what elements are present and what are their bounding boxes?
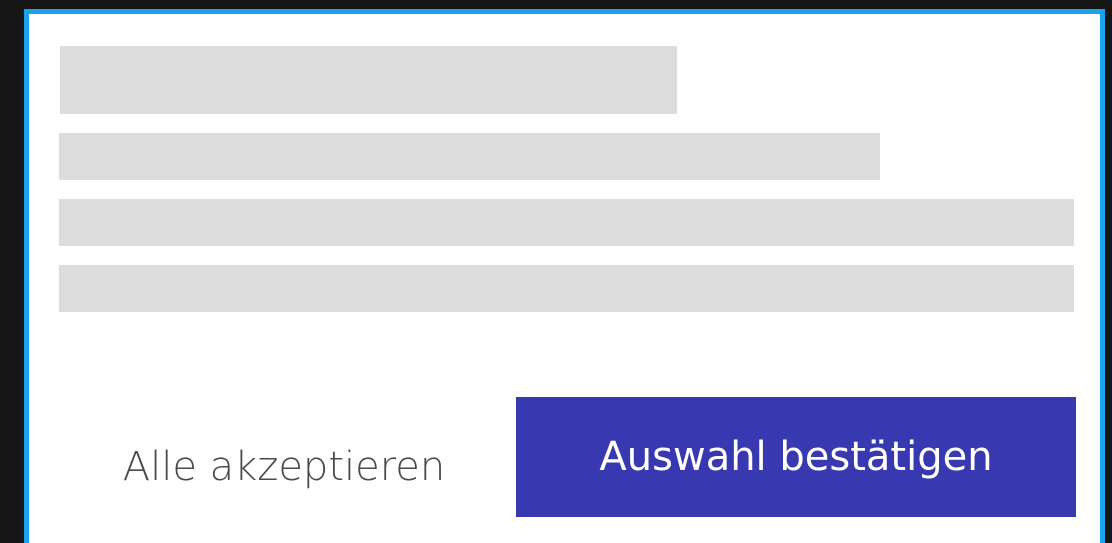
confirm-selection-button[interactable]: Auswahl bestätigen: [516, 397, 1076, 517]
skeleton-text-line: [59, 133, 880, 180]
page: Alle akzeptieren Auswahl bestätigen: [0, 0, 1112, 543]
accept-all-button[interactable]: Alle akzeptieren: [79, 417, 489, 517]
skeleton-text-line: [59, 199, 1074, 246]
skeleton-title-placeholder: [60, 46, 677, 114]
skeleton-text-line: [59, 265, 1074, 312]
cookie-consent-dialog: Alle akzeptieren Auswahl bestätigen: [24, 9, 1105, 543]
